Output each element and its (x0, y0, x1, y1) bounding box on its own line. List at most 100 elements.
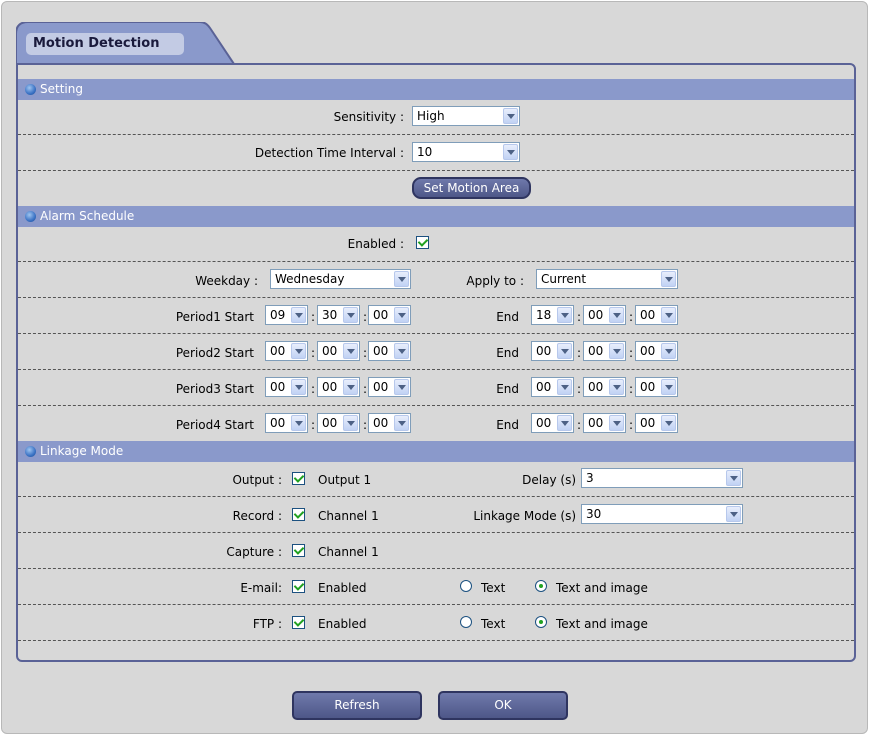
select-value: 00 (270, 416, 286, 430)
period1-start-hour-select[interactable]: 09 (265, 305, 308, 325)
select-value: 00 (588, 308, 604, 322)
chevron-down-icon[interactable] (291, 379, 306, 395)
period4-end-minute-select[interactable]: 00 (583, 413, 626, 433)
chevron-down-icon[interactable] (394, 307, 409, 323)
record-checkbox[interactable] (292, 508, 305, 521)
time-separator: : (629, 418, 634, 432)
ftp-text-radio[interactable] (460, 616, 472, 628)
sensitivity-select[interactable]: High (412, 106, 520, 126)
email-text-image-radio[interactable] (535, 580, 547, 592)
chevron-down-icon[interactable] (661, 415, 676, 431)
interval-select[interactable]: 10 (412, 142, 520, 162)
chevron-down-icon[interactable] (661, 271, 676, 287)
chevron-down-icon[interactable] (726, 506, 741, 522)
select-value: 00 (373, 416, 389, 430)
time-separator: : (311, 418, 316, 432)
period3-start-second-select[interactable]: 00 (368, 377, 411, 397)
record-label: Record : (232, 509, 282, 523)
chevron-down-icon[interactable] (343, 307, 358, 323)
chevron-down-icon[interactable] (503, 144, 518, 160)
period1-end-second-select[interactable]: 00 (635, 305, 678, 325)
time-separator: : (363, 346, 368, 360)
period4-start-minute-select[interactable]: 00 (317, 413, 360, 433)
chevron-down-icon[interactable] (609, 343, 624, 359)
period4-end-second-select[interactable]: 00 (635, 413, 678, 433)
period4-start-second-select[interactable]: 00 (368, 413, 411, 433)
section-bullet-icon (25, 84, 36, 95)
ftp-checkbox[interactable] (292, 616, 305, 629)
chevron-down-icon[interactable] (557, 379, 572, 395)
period3-start-minute-select[interactable]: 00 (317, 377, 360, 397)
chevron-down-icon[interactable] (557, 307, 572, 323)
chevron-down-icon[interactable] (557, 343, 572, 359)
period1-start-second-select[interactable]: 00 (368, 305, 411, 325)
chevron-down-icon[interactable] (726, 470, 741, 486)
sensitivity-value: High (417, 109, 445, 123)
capture-checkbox[interactable] (292, 544, 305, 557)
period3-start-hour-select[interactable]: 00 (265, 377, 308, 397)
chevron-down-icon[interactable] (609, 415, 624, 431)
period2-end-second-select[interactable]: 00 (635, 341, 678, 361)
time-separator: : (577, 346, 582, 360)
period1-end-hour-select[interactable]: 18 (531, 305, 574, 325)
apply-to-select[interactable]: Current (536, 269, 678, 289)
period1-end-minute-select[interactable]: 00 (583, 305, 626, 325)
period2-start-minute-select[interactable]: 00 (317, 341, 360, 361)
weekday-select[interactable]: Wednesday (270, 269, 411, 289)
select-value: 00 (640, 416, 656, 430)
section-title: Alarm Schedule (40, 209, 135, 223)
period2-end-hour-select[interactable]: 00 (531, 341, 574, 361)
chevron-down-icon[interactable] (557, 415, 572, 431)
period2-start-hour-select[interactable]: 00 (265, 341, 308, 361)
select-value: 00 (322, 416, 338, 430)
linkage-mode-select[interactable]: 30 (581, 504, 743, 524)
period2-end-minute-select[interactable]: 00 (583, 341, 626, 361)
chevron-down-icon[interactable] (291, 415, 306, 431)
period3-end-second-select[interactable]: 00 (635, 377, 678, 397)
email-checkbox[interactable] (292, 580, 305, 593)
schedule-enabled-checkbox[interactable] (416, 236, 429, 249)
period1-start-minute-select[interactable]: 30 (317, 305, 360, 325)
chevron-down-icon[interactable] (394, 343, 409, 359)
chevron-down-icon[interactable] (291, 343, 306, 359)
refresh-button[interactable]: Refresh (292, 691, 422, 720)
chevron-down-icon[interactable] (343, 343, 358, 359)
chevron-down-icon[interactable] (394, 379, 409, 395)
ftp-text-label: Text (481, 617, 506, 631)
divider (18, 568, 854, 569)
chevron-down-icon[interactable] (343, 415, 358, 431)
ok-button[interactable]: OK (438, 691, 568, 720)
select-value: 00 (270, 380, 286, 394)
period3-end-minute-select[interactable]: 00 (583, 377, 626, 397)
chevron-down-icon[interactable] (503, 108, 518, 124)
chevron-down-icon[interactable] (661, 307, 676, 323)
delay-select[interactable]: 3 (581, 468, 743, 488)
time-separator: : (629, 382, 634, 396)
chevron-down-icon[interactable] (394, 415, 409, 431)
chevron-down-icon[interactable] (343, 379, 358, 395)
divider (18, 369, 854, 370)
chevron-down-icon[interactable] (609, 379, 624, 395)
period4-end-hour-select[interactable]: 00 (531, 413, 574, 433)
section-bullet-icon (25, 211, 36, 222)
email-text-radio[interactable] (460, 580, 472, 592)
ftp-text-image-radio[interactable] (535, 616, 547, 628)
delay-value: 3 (586, 471, 594, 485)
interval-value: 10 (417, 145, 433, 159)
time-separator: : (363, 310, 368, 324)
chevron-down-icon[interactable] (291, 307, 306, 323)
period4-start-hour-select[interactable]: 00 (265, 413, 308, 433)
capture-label: Capture : (226, 545, 282, 559)
time-separator: : (629, 310, 634, 324)
period3-end-hour-select[interactable]: 00 (531, 377, 574, 397)
chevron-down-icon[interactable] (609, 307, 624, 323)
section-title: Linkage Mode (40, 444, 124, 458)
output-checkbox[interactable] (292, 472, 305, 485)
ftp-text-image-label: Text and image (556, 617, 648, 631)
interval-label: Detection Time Interval : (254, 146, 404, 160)
set-motion-area-button[interactable]: Set Motion Area (412, 177, 531, 199)
period2-start-second-select[interactable]: 00 (368, 341, 411, 361)
chevron-down-icon[interactable] (394, 271, 409, 287)
chevron-down-icon[interactable] (661, 343, 676, 359)
chevron-down-icon[interactable] (661, 379, 676, 395)
